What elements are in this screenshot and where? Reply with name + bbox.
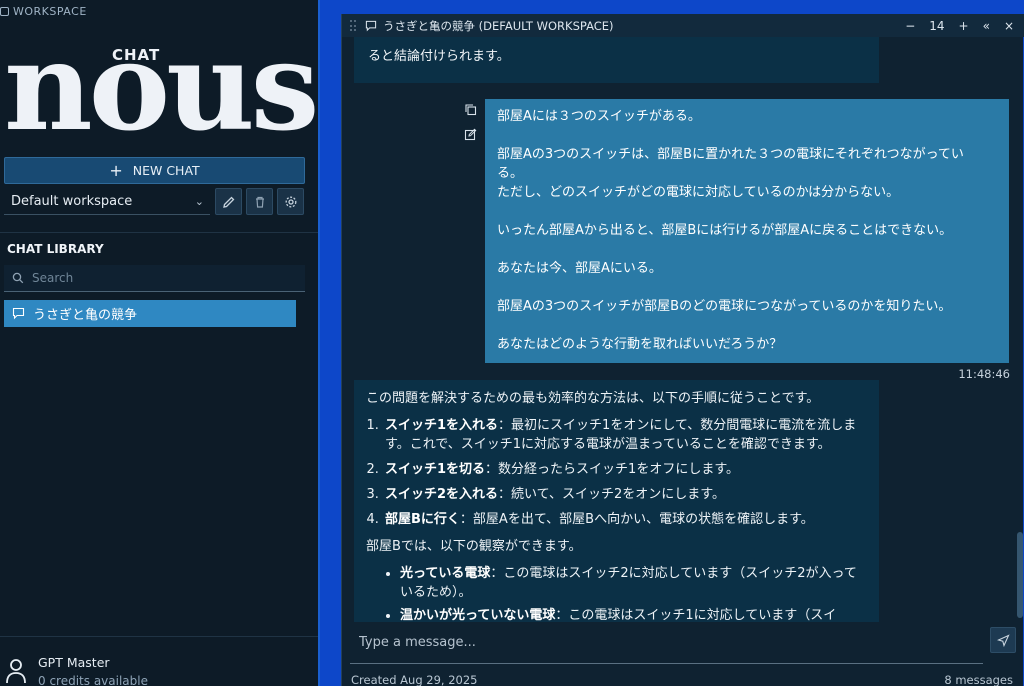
- step-title: スイッチ2を入れる: [385, 487, 499, 502]
- logo-subtitle: CHAT: [112, 46, 161, 64]
- observe-intro: 部屋Bでは、以下の観察ができます。: [366, 539, 582, 554]
- drag-handle[interactable]: [350, 20, 356, 31]
- steps-list: スイッチ1を入れる：最初にスイッチ1をオンにして、数分間電球に電流を流します。こ…: [383, 416, 867, 529]
- edit-message-button[interactable]: [464, 126, 480, 145]
- assistant-message-text: ると結論付けられます。: [368, 49, 510, 64]
- user-message-line: 部屋Aの3つのスイッチが部屋Bのどの電球につながっているのかを知りたい。: [497, 299, 952, 314]
- step-title: スイッチ1を切る: [385, 462, 486, 477]
- user-name: GPT Master: [38, 655, 110, 670]
- workspace-settings-button[interactable]: [277, 188, 304, 215]
- edit-icon: [464, 128, 477, 141]
- credits-text: 0 credits available: [38, 674, 148, 686]
- new-chat-label: NEW CHAT: [132, 163, 200, 178]
- app-logo: nous CHAT: [4, 25, 319, 148]
- decrease-button[interactable]: −: [905, 19, 915, 33]
- step-text: ：数分経ったらスイッチ1をオフにします。: [485, 462, 740, 477]
- message-list[interactable]: ると結論付けられます。 部屋Aには３つのスイッチがある。 部屋Aの3つのスイッチ…: [342, 37, 1024, 633]
- sidebar: WORKSPACE nous CHAT + NEW CHAT Default w…: [0, 0, 320, 686]
- send-icon: [996, 633, 1010, 647]
- copy-icon: [465, 104, 477, 116]
- user-message: 部屋Aには３つのスイッチがある。 部屋Aの3つのスイッチは、部屋Bに置かれた３つ…: [485, 99, 1009, 363]
- chat-title-text: うさぎと亀の競争 (DEFAULT WORKSPACE): [383, 18, 614, 33]
- observations-list: 光っている電球：この電球はスイッチ2に対応しています（スイッチ2が入っているため…: [400, 564, 867, 625]
- chat-list-item[interactable]: うさぎと亀の競争: [4, 300, 296, 327]
- chat-bubble-icon: [365, 20, 377, 31]
- chat-titlebar[interactable]: うさぎと亀の競争 (DEFAULT WORKSPACE) − 14 + « ×: [342, 14, 1024, 37]
- user-message-line: 部屋Aの3つのスイッチは、部屋Bに置かれた３つの電球にそれぞれつながってい: [497, 147, 964, 162]
- message-timestamp: 11:48:46: [958, 367, 1010, 381]
- edit-workspace-button[interactable]: [215, 188, 242, 215]
- created-date: Created Aug 29, 2025: [351, 673, 478, 686]
- search-box[interactable]: [4, 265, 305, 292]
- workspace-select[interactable]: Default workspace ⌄: [4, 188, 210, 215]
- user-message-line: 部屋Aには３つのスイッチがある。: [497, 109, 701, 124]
- list-item: 部屋Bに行く：部屋Aを出て、部屋Bへ向かい、電球の状態を確認します。: [383, 510, 867, 529]
- step-title: スイッチ1を入れる: [385, 418, 499, 433]
- step-title: 部屋Bに行く: [385, 512, 460, 527]
- pencil-icon: [222, 196, 234, 208]
- increase-button[interactable]: +: [959, 19, 969, 33]
- list-item: 光っている電球：この電球はスイッチ2に対応しています（スイッチ2が入っているため…: [400, 564, 867, 602]
- plus-icon: +: [109, 160, 123, 180]
- send-button[interactable]: [990, 627, 1016, 653]
- user-message-line: あなたはどのような行動を取ればいいだろうか？: [497, 337, 783, 352]
- user-profile[interactable]: GPT Master 0 credits available: [0, 650, 318, 686]
- sidebar-divider: [0, 232, 318, 233]
- step-text: ：続いて、スイッチ2をオンにします。: [498, 487, 725, 502]
- user-message-line: る。: [497, 166, 524, 181]
- assistant-intro: この問題を解決するための最も効率的な方法は、以下の手順に従うことです。: [366, 391, 820, 406]
- scrollbar-thumb[interactable]: [1017, 532, 1023, 618]
- delete-workspace-button[interactable]: [246, 188, 273, 215]
- user-icon: [6, 659, 26, 684]
- page-count: 14: [929, 18, 945, 33]
- close-button[interactable]: ×: [1004, 19, 1014, 33]
- gear-icon: [285, 196, 296, 207]
- message-count: 8 messages: [944, 673, 1013, 686]
- assistant-message: ると結論付けられます。: [354, 37, 879, 83]
- user-message-line: いったん部屋Aから出ると、部屋Bには行けるが部屋Aに戻ることはできない。: [497, 223, 953, 238]
- new-chat-button[interactable]: + NEW CHAT: [4, 157, 305, 184]
- chat-list-item-title: うさぎと亀の競争: [33, 308, 138, 323]
- chat-bubble-icon: [12, 307, 25, 320]
- workspace-select-value: Default workspace: [11, 193, 133, 209]
- message-input[interactable]: [359, 635, 959, 650]
- list-item: スイッチ1を切る：数分経ったらスイッチ1をオフにします。: [383, 460, 867, 479]
- user-message-line: あなたは今、部屋Aにいる。: [497, 261, 662, 276]
- chat-window: うさぎと亀の競争 (DEFAULT WORKSPACE) − 14 + « × …: [341, 14, 1024, 686]
- message-input-box[interactable]: [350, 622, 983, 664]
- search-input[interactable]: [32, 271, 292, 285]
- list-item: スイッチ1を入れる：最初にスイッチ1をオンにして、数分間電球に電流を流します。こ…: [383, 416, 867, 454]
- chevron-down-icon: ⌄: [194, 194, 204, 208]
- search-icon: [12, 272, 24, 284]
- composer: [350, 618, 1018, 664]
- list-item: スイッチ2を入れる：続いて、スイッチ2をオンにします。: [383, 485, 867, 504]
- trash-icon: [255, 196, 264, 208]
- chat-title: うさぎと亀の競争 (DEFAULT WORKSPACE): [365, 18, 614, 34]
- window-controls: − 14 + « ×: [905, 14, 1014, 37]
- copy-button[interactable]: [464, 101, 480, 120]
- collapse-button[interactable]: «: [983, 19, 990, 33]
- user-message-line: ただし、どのスイッチがどの電球に対応しているのかは分からない。: [497, 185, 900, 200]
- step-text: ：部屋Aを出て、部屋Bへ向かい、電球の状態を確認します。: [459, 512, 814, 527]
- message-actions: [464, 101, 480, 151]
- sidebar-footer-divider: [0, 636, 318, 637]
- observation-title: 光っている電球: [400, 566, 491, 581]
- chat-library-title: CHAT LIBRARY: [7, 242, 104, 256]
- assistant-message: この問題を解決するための最も効率的な方法は、以下の手順に従うことです。 スイッチ…: [354, 380, 879, 633]
